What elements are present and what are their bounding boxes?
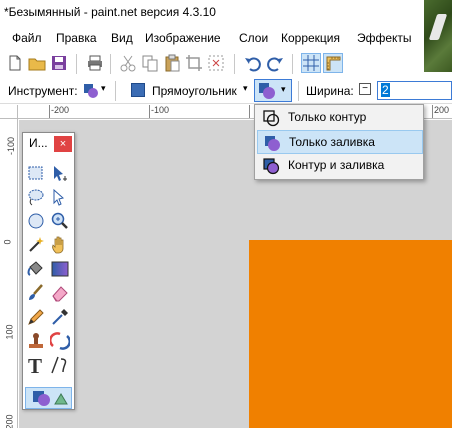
menu-file[interactable]: Файл: [12, 31, 42, 45]
toolbar-separator: [76, 54, 77, 74]
shapes-tool-icon[interactable]: [82, 82, 100, 100]
recolor-icon[interactable]: [50, 331, 70, 351]
option-label: Только заливка: [289, 135, 375, 149]
outline-only-icon: [262, 109, 280, 127]
eraser-icon[interactable]: [50, 283, 70, 303]
chevron-down-icon[interactable]: ▾: [101, 83, 106, 94]
ruler-label: 0: [2, 239, 13, 245]
menu-effects[interactable]: Эффекты: [357, 31, 412, 45]
new-file-icon[interactable]: [6, 54, 24, 72]
ruler-label: 100: [4, 324, 15, 340]
canvas-image[interactable]: [249, 240, 452, 428]
open-folder-icon[interactable]: [28, 54, 46, 72]
tool-label: Инструмент:: [8, 84, 78, 98]
chevron-down-icon: ▾: [281, 84, 286, 94]
move-selection-icon[interactable]: [50, 163, 70, 183]
clone-stamp-icon[interactable]: [26, 331, 46, 351]
paint-bucket-icon[interactable]: [26, 259, 46, 279]
toolbar-separator: [298, 81, 299, 101]
undo-icon[interactable]: [244, 54, 262, 72]
move-selected-icon[interactable]: [50, 187, 70, 207]
ellipse-select-icon[interactable]: [26, 211, 46, 231]
svg-text:T: T: [28, 355, 42, 375]
ruler-label: 200: [4, 414, 15, 428]
menu-layers[interactable]: Слои: [239, 31, 268, 45]
print-icon[interactable]: [86, 54, 104, 72]
ruler-tick: [432, 105, 433, 118]
line-curve-icon[interactable]: [50, 355, 70, 375]
image-thumbnail[interactable]: [424, 0, 452, 72]
window-title: *Безымянный - paint.net версия 4.3.10: [4, 5, 216, 19]
title-bar: *Безымянный - paint.net версия 4.3.10: [0, 0, 452, 72]
paste-icon[interactable]: [163, 54, 181, 72]
shape-name[interactable]: Прямоугольник: [152, 84, 237, 98]
tool-options-bar: Инструмент: ▾ Прямоугольник ▾ ▾ Ширина: …: [0, 78, 452, 104]
text-tool-icon[interactable]: T: [26, 355, 46, 375]
zoom-icon[interactable]: [50, 211, 70, 231]
panel-title: И...: [29, 136, 48, 150]
shapes-tool-selected[interactable]: [25, 387, 72, 409]
paintbrush-icon[interactable]: [26, 283, 46, 303]
magic-wand-icon[interactable]: [26, 235, 46, 255]
close-icon[interactable]: ×: [54, 136, 72, 152]
width-value: 2: [381, 83, 390, 97]
redo-icon[interactable]: [266, 54, 284, 72]
width-label: Ширина:: [306, 84, 354, 98]
menu-adjustments[interactable]: Коррекция: [281, 31, 340, 45]
save-icon[interactable]: [50, 54, 68, 72]
rectangle-select-icon[interactable]: [26, 163, 46, 183]
color-picker-icon[interactable]: [50, 307, 70, 327]
main-toolbar: [0, 50, 424, 78]
ruler-corner: [0, 105, 18, 119]
menu-bar: Файл Правка Вид Изображение Слои Коррекц…: [0, 26, 424, 50]
toolbar-separator: [115, 81, 116, 101]
ruler-tick: [249, 105, 250, 118]
crop-icon[interactable]: [185, 54, 203, 72]
option-label: Контур и заливка: [288, 158, 385, 172]
fill-mode-button[interactable]: ▾: [254, 79, 292, 102]
rulers-icon[interactable]: [323, 53, 343, 73]
menu-edit[interactable]: Правка: [56, 31, 97, 45]
minus-icon[interactable]: −: [359, 83, 371, 95]
fill-option-outline-fill[interactable]: Контур и заливка: [257, 154, 423, 178]
width-input[interactable]: 2: [377, 81, 452, 100]
ruler-label: 200: [434, 105, 450, 115]
toolbar-separator: [110, 54, 111, 74]
toolbar-separator: [234, 54, 235, 74]
fill-option-fill[interactable]: Только заливка: [257, 130, 423, 154]
tools-panel: И... × T: [22, 132, 75, 410]
ruler-tick: [49, 105, 50, 118]
fill-only-icon: [263, 134, 281, 152]
lasso-select-icon[interactable]: [26, 187, 46, 207]
fill-mode-dropdown: Только контур Только заливка Контур и за…: [254, 104, 424, 180]
chevron-down-icon[interactable]: ▾: [243, 83, 248, 94]
rectangle-shape-icon[interactable]: [131, 83, 145, 97]
outline-and-fill-icon: [262, 157, 280, 175]
ruler-label: -100: [6, 136, 17, 156]
ruler-vertical: -100 0 100 200: [0, 119, 18, 428]
option-label: Только контур: [288, 110, 367, 124]
ruler-label: -200: [51, 105, 70, 115]
pan-hand-icon[interactable]: [50, 235, 70, 255]
gradient-icon[interactable]: [50, 259, 70, 279]
ruler-label: -100: [151, 105, 170, 115]
cut-icon[interactable]: [119, 54, 137, 72]
copy-icon[interactable]: [141, 54, 159, 72]
menu-view[interactable]: Вид: [111, 31, 133, 45]
pencil-icon[interactable]: [26, 307, 46, 327]
grid-icon[interactable]: [301, 53, 321, 73]
toolbar-separator: [292, 54, 293, 74]
deselect-icon[interactable]: [207, 54, 225, 72]
fill-option-outline[interactable]: Только контур: [257, 106, 423, 130]
menu-image[interactable]: Изображение: [145, 31, 221, 45]
ruler-tick: [149, 105, 150, 118]
